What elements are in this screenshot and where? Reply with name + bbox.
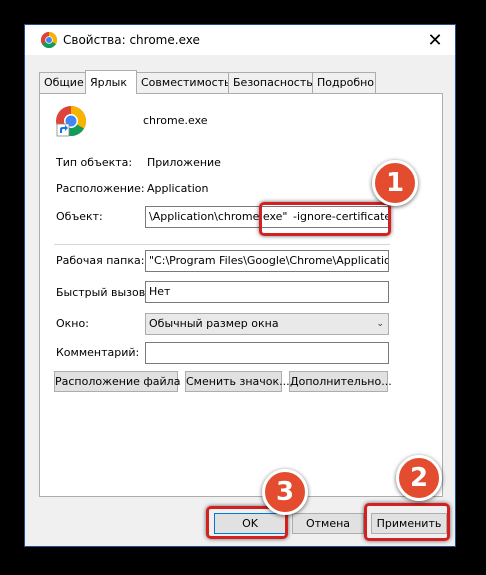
highlight-apply bbox=[364, 503, 450, 541]
location-value: Application bbox=[147, 182, 209, 195]
type-value: Приложение bbox=[147, 156, 221, 169]
tab-compatibility[interactable]: Совместимость bbox=[136, 72, 231, 93]
window-title: Свойства: chrome.exe bbox=[63, 33, 200, 47]
tab-shortcut[interactable]: Ярлык bbox=[85, 70, 137, 94]
tab-security[interactable]: Безопасность bbox=[228, 72, 313, 93]
hotkey-label: Быстрый вызов: bbox=[56, 286, 149, 299]
hotkey-field[interactable]: Нет bbox=[145, 281, 389, 303]
run-select-value: Обычный размер окна bbox=[149, 317, 279, 330]
chrome-app-icon bbox=[56, 106, 86, 137]
title-bar: Свойства: chrome.exe ✕ bbox=[25, 25, 455, 55]
start-in-label: Рабочая папка: bbox=[56, 254, 145, 267]
properties-window: Свойства: chrome.exe ✕ Общие Ярлык Совме… bbox=[24, 24, 456, 547]
start-in-field[interactable]: "C:\Program Files\Google\Chrome\Applicat… bbox=[145, 250, 389, 272]
location-label: Расположение: bbox=[56, 182, 145, 195]
close-icon: ✕ bbox=[427, 29, 443, 51]
run-label: Окно: bbox=[56, 317, 89, 330]
annotation-badge-1: 1 bbox=[372, 160, 418, 206]
chevron-down-icon: ⌄ bbox=[376, 319, 384, 329]
highlight-target-arg bbox=[259, 202, 391, 236]
annotation-badge-3: 3 bbox=[262, 469, 308, 515]
type-label: Тип объекта: bbox=[56, 156, 133, 169]
advanced-button[interactable]: Дополнительно... bbox=[289, 371, 392, 392]
app-name: chrome.exe bbox=[143, 114, 208, 127]
tab-general[interactable]: Общие bbox=[39, 72, 86, 93]
run-select[interactable]: Обычный размер окна ⌄ bbox=[145, 313, 389, 335]
comment-field[interactable] bbox=[145, 342, 389, 364]
open-file-location-button[interactable]: Расположение файла bbox=[54, 371, 180, 392]
comment-label: Комментарий: bbox=[56, 346, 140, 359]
cancel-button[interactable]: Отмена bbox=[292, 513, 364, 534]
annotation-badge-2: 2 bbox=[396, 455, 442, 501]
close-button[interactable]: ✕ bbox=[415, 25, 455, 55]
separator bbox=[54, 244, 390, 245]
target-label: Объект: bbox=[56, 210, 103, 223]
tab-details[interactable]: Подробно bbox=[312, 72, 376, 93]
chrome-icon bbox=[41, 32, 57, 48]
change-icon-button[interactable]: Сменить значок... bbox=[185, 371, 290, 392]
